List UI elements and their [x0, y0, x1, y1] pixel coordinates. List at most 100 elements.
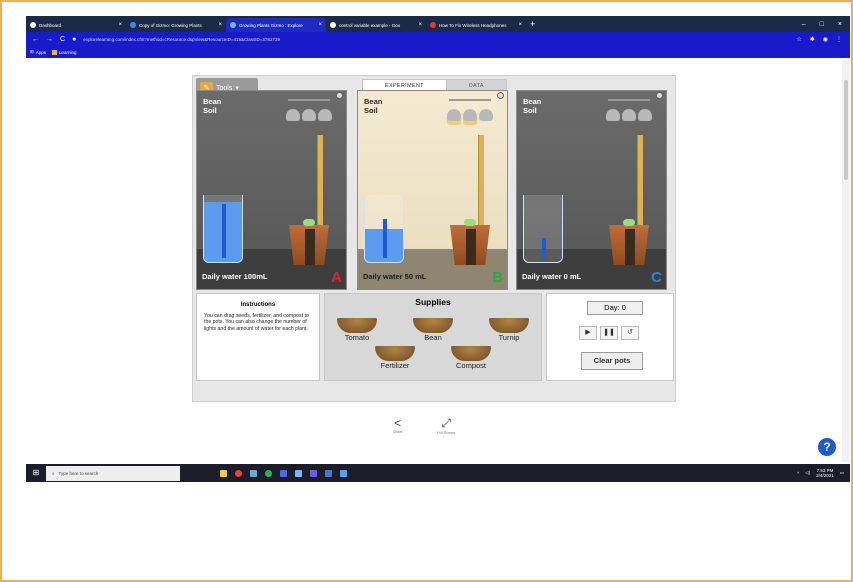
close-icon[interactable]: × — [318, 22, 322, 28]
play-icon[interactable]: ▶ — [579, 326, 597, 340]
browser-tab-active[interactable]: Growing Plants Gizmo : Explore × — [226, 18, 326, 32]
supply-turnip[interactable]: Turnip — [489, 318, 529, 342]
forward-icon[interactable]: → — [46, 36, 53, 43]
lamp-icon[interactable] — [479, 109, 493, 121]
close-window-icon[interactable]: × — [838, 21, 842, 28]
url-field[interactable]: explorelearning.com/index.cfm?method=cRe… — [83, 37, 280, 42]
bookmark-apps[interactable]: ⊞ Apps — [30, 49, 46, 55]
chamber-letter: A — [331, 269, 342, 286]
browser-tab[interactable]: control variable example - Goo × — [326, 18, 426, 32]
reset-icon[interactable]: ↺ — [621, 326, 639, 340]
chrome-icon[interactable] — [235, 469, 242, 477]
sprout-icon — [303, 219, 315, 226]
tray-chevron-icon[interactable]: ^ — [797, 471, 799, 476]
extension-icon[interactable]: ✱ — [810, 36, 815, 43]
taskbar-search[interactable]: ⌕ Type here to search — [46, 465, 180, 481]
water-beaker[interactable] — [364, 195, 404, 263]
fullscreen-icon: ⤢ — [441, 416, 451, 430]
app-icon[interactable] — [340, 469, 347, 477]
water-beaker[interactable] — [203, 195, 243, 263]
water-beaker[interactable] — [523, 195, 563, 263]
lamp-icon[interactable] — [463, 109, 477, 121]
check-app-icon[interactable] — [250, 469, 257, 477]
windows-start-icon[interactable]: ⊞ — [26, 464, 46, 482]
scrollbar-thumb[interactable] — [844, 80, 848, 180]
camera-icon[interactable] — [336, 92, 343, 99]
lamp-icon[interactable] — [606, 109, 620, 121]
fullscreen-button[interactable]: ⤢ Full Screen — [437, 416, 455, 435]
lamp-bar — [288, 99, 330, 101]
reload-icon[interactable]: C — [60, 36, 65, 43]
tab-favicon-icon — [430, 22, 436, 28]
app-icon[interactable] — [280, 469, 287, 477]
minimize-icon[interactable]: – — [802, 21, 806, 28]
share-icon: < — [394, 416, 402, 430]
app-icon[interactable] — [325, 469, 332, 477]
camera-icon[interactable] — [497, 92, 504, 99]
plant-pot[interactable] — [609, 225, 649, 265]
page-scrollbar[interactable] — [842, 60, 850, 462]
chamber-c[interactable]: Bean Soil Daily water 0 mL C — [516, 90, 667, 290]
water-slider[interactable] — [542, 238, 546, 258]
taskbar-clock[interactable]: 7:53 PM 2/4/2021 — [816, 468, 834, 478]
lamp-bar — [608, 99, 650, 101]
supplies-panel: Supplies Tomato Bean Turnip Fertilizer C… — [324, 293, 542, 381]
water-slider[interactable] — [222, 203, 226, 258]
supply-tomato[interactable]: Tomato — [337, 318, 377, 342]
lamps[interactable] — [606, 95, 652, 121]
volume-icon[interactable]: ◁) — [805, 470, 810, 476]
help-icon[interactable]: ? — [818, 438, 836, 456]
lamp-icon[interactable] — [302, 109, 316, 121]
notifications-icon[interactable]: ▭ — [840, 470, 844, 476]
camera-icon[interactable] — [656, 92, 663, 99]
chamber-b[interactable]: Bean Soil Daily water 50 mL B — [357, 90, 508, 290]
browser-tab[interactable]: Dashboard × — [26, 18, 126, 32]
app-icon[interactable] — [295, 469, 302, 477]
water-slider[interactable] — [383, 219, 387, 258]
maximize-icon[interactable]: □ — [820, 21, 824, 28]
page-content: ✎ Tools ▾ EXPERIMENT DATA Bean Soil Daily w… — [26, 58, 850, 464]
close-icon[interactable]: × — [118, 22, 122, 28]
back-icon[interactable]: ← — [32, 36, 39, 43]
share-button[interactable]: < Share — [393, 416, 402, 435]
menu-icon[interactable]: ⋮ — [836, 36, 842, 43]
search-icon: ⌕ — [52, 470, 55, 476]
sprout-icon — [623, 219, 635, 226]
windows-taskbar: ⊞ ⌕ Type here to search ^ ◁) 7:53 PM 2/4/2… — [26, 464, 850, 482]
new-tab-button[interactable]: + — [530, 19, 535, 29]
app-icon[interactable] — [310, 469, 317, 477]
taskbar-apps — [220, 469, 347, 477]
chamber-letter: B — [492, 269, 503, 286]
plant-pot[interactable] — [450, 225, 490, 265]
bean-seeds-icon — [413, 318, 453, 333]
gizmo-window: ✎ Tools ▾ EXPERIMENT DATA Bean Soil Daily w… — [192, 75, 676, 402]
plant-pot[interactable] — [289, 225, 329, 265]
share-row: < Share ⤢ Full Screen — [393, 416, 455, 435]
supply-bean[interactable]: Bean — [413, 318, 453, 342]
lamp-icon[interactable] — [447, 109, 461, 121]
close-icon[interactable]: × — [518, 22, 522, 28]
lamps[interactable] — [447, 95, 493, 121]
lamp-icon[interactable] — [286, 109, 300, 121]
lamp-icon[interactable] — [622, 109, 636, 121]
close-icon[interactable]: × — [418, 22, 422, 28]
pause-icon[interactable]: ❚❚ — [600, 326, 618, 340]
toolbar-right: ☆ ✱ ◉ ⋮ — [796, 36, 850, 43]
lamp-icon[interactable] — [638, 109, 652, 121]
spotify-icon[interactable] — [265, 469, 272, 477]
supply-fertilizer[interactable]: Fertilizer — [375, 346, 415, 370]
chamber-a[interactable]: Bean Soil Daily water 100mL A — [196, 90, 347, 290]
file-explorer-icon[interactable] — [220, 469, 227, 477]
lamp-icon[interactable] — [318, 109, 332, 121]
bookmark-learning[interactable]: Learning — [52, 49, 77, 55]
daily-water-label: Daily water 100mL — [202, 272, 268, 281]
star-icon[interactable]: ☆ — [796, 36, 801, 43]
clear-pots-button[interactable]: Clear pots — [581, 352, 643, 370]
supply-compost[interactable]: Compost — [451, 346, 491, 370]
profile-icon[interactable]: ◉ — [823, 36, 828, 43]
browser-tab[interactable]: How To Fix Wireless Headphones × — [426, 18, 526, 32]
playback-controls: ▶ ❚❚ ↺ — [579, 326, 639, 340]
close-icon[interactable]: × — [218, 22, 222, 28]
lamps[interactable] — [286, 95, 332, 121]
browser-tab[interactable]: Copy of Gizmo: Growing Plants × — [126, 18, 226, 32]
